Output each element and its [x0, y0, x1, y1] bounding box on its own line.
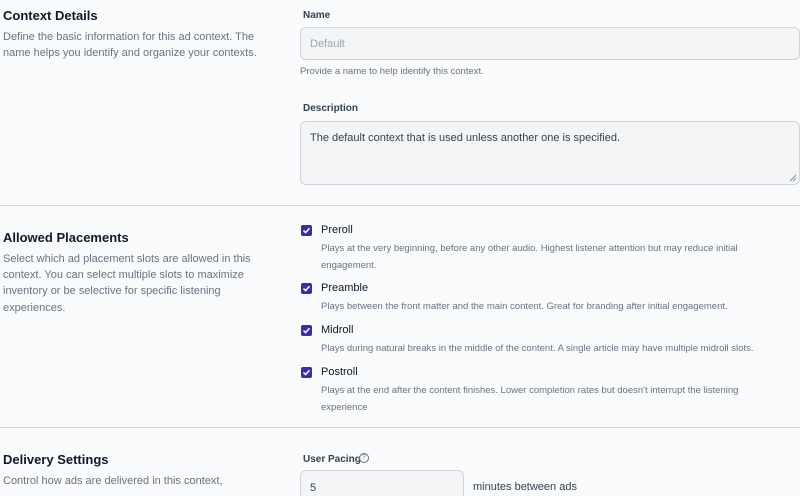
- description-textarea[interactable]: The default context that is used unless …: [300, 121, 800, 185]
- preroll-description: Plays at the very beginning, before any …: [321, 243, 738, 271]
- postroll-checkbox[interactable]: [301, 367, 312, 378]
- check-icon: [302, 227, 311, 234]
- midroll-label: Midroll: [321, 324, 354, 336]
- user-pacing-value: 5: [310, 482, 317, 494]
- description-label: Description: [303, 103, 359, 114]
- check-icon: [302, 327, 311, 334]
- section-divider: [0, 427, 800, 428]
- preroll-checkbox[interactable]: [301, 225, 312, 236]
- name-help-text: Provide a name to help identify this con…: [300, 66, 484, 77]
- preamble-checkbox[interactable]: [301, 283, 312, 294]
- postroll-description: Plays at the end after the content finis…: [321, 385, 739, 413]
- section-divider: [0, 205, 800, 206]
- allowed-placements-title: Allowed Placements: [3, 230, 129, 245]
- user-pacing-unit: minutes between ads: [473, 481, 577, 493]
- postroll-label: Postroll: [321, 366, 358, 378]
- info-icon[interactable]: ?: [359, 453, 369, 463]
- resize-grip-icon[interactable]: [789, 174, 797, 182]
- context-details-description: Define the basic information for this ad…: [3, 31, 257, 60]
- preamble-description: Plays between the front matter and the m…: [321, 301, 728, 312]
- preroll-label: Preroll: [321, 224, 353, 236]
- allowed-placements-description: Select which ad placement slots are allo…: [3, 253, 251, 314]
- name-input-placeholder: Default: [310, 37, 345, 50]
- user-pacing-input[interactable]: 5: [300, 470, 464, 496]
- delivery-settings-title: Delivery Settings: [3, 452, 109, 467]
- preamble-label: Preamble: [321, 282, 369, 294]
- delivery-settings-description: Control how ads are delivered in this co…: [3, 475, 223, 487]
- context-details-title: Context Details: [3, 8, 98, 23]
- check-icon: [302, 285, 311, 292]
- name-label: Name: [303, 10, 331, 21]
- description-textarea-value: The default context that is used unless …: [310, 132, 621, 144]
- midroll-checkbox[interactable]: [301, 325, 312, 336]
- name-input[interactable]: Default: [300, 27, 800, 60]
- user-pacing-label: User Pacing: [303, 454, 361, 465]
- check-icon: [302, 369, 311, 376]
- midroll-description: Plays during natural breaks in the middl…: [321, 343, 754, 354]
